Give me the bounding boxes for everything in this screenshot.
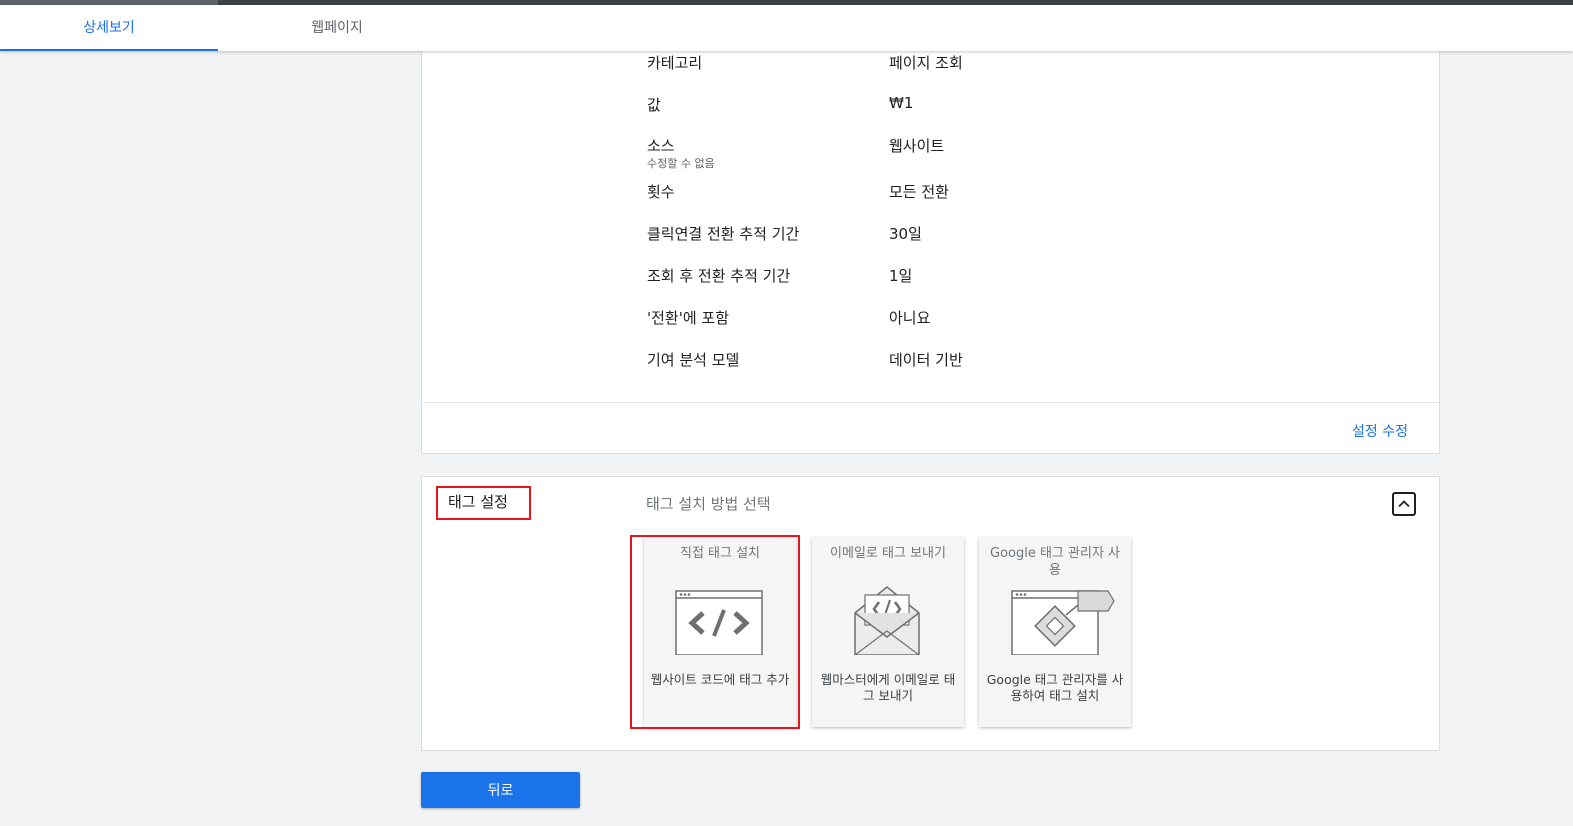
tag-setup-card: 태그 설정 태그 설치 방법 선택 직접 태그 설치 웹사이트 코드에 태그 추… — [421, 476, 1440, 751]
tag-setup-subtitle: 태그 설치 방법 선택 — [646, 495, 771, 513]
tab-bar: 상세보기 웹페이지 — [0, 5, 1573, 51]
setting-value: 페이지 조회 — [889, 54, 963, 72]
setting-value: 모든 전환 — [889, 183, 949, 201]
setting-label: '전환'에 포함 — [647, 309, 730, 327]
option-title: 직접 태그 설치 — [679, 546, 761, 561]
option-title: Google 태그 관리자 사용 — [990, 546, 1120, 578]
option-description: 웹사이트 코드에 태그 추가 — [650, 672, 790, 687]
setting-label: 값 — [647, 96, 661, 114]
browser-code-icon — [675, 590, 763, 655]
option-description: Google 태그 관리자를 사용하여 태그 설치 — [986, 672, 1124, 703]
card-divider — [422, 402, 1439, 403]
option-description: 웹마스터에게 이메일로 태그 보내기 — [820, 672, 956, 703]
option-title: 이메일로 태그 보내기 — [830, 546, 946, 561]
setting-value: 웹사이트 — [889, 137, 945, 155]
setting-value: ₩1 — [889, 94, 914, 112]
setting-value: 아니요 — [889, 309, 931, 327]
chevron-up-icon — [1398, 500, 1410, 508]
setting-value: 데이터 기반 — [889, 351, 963, 369]
conversion-settings-card: 카테고리 페이지 조회 값 ₩1 소스 수정할 수 없음 웹사이트 횟수 모든 … — [421, 40, 1440, 454]
option-email-tag[interactable]: 이메일로 태그 보내기 웹마스터에게 이메일로 태그 보내기 — [812, 537, 964, 727]
setting-label: 횟수 — [647, 183, 675, 201]
envelope-code-icon — [854, 586, 920, 655]
back-button[interactable]: 뒤로 — [421, 772, 580, 808]
option-direct-install[interactable]: 직접 태그 설치 웹사이트 코드에 태그 추가 — [644, 537, 796, 727]
option-tag-manager[interactable]: Google 태그 관리자 사용 Google 태그 관리자를 사용하여 태그 … — [979, 537, 1131, 727]
setting-label: 기여 분석 모델 — [647, 351, 740, 369]
setting-value: 30일 — [889, 225, 922, 243]
setting-sublabel: 수정할 수 없음 — [647, 157, 715, 170]
setting-label: 조회 후 전환 추적 기간 — [647, 267, 791, 285]
tag-manager-icon — [1011, 590, 1115, 655]
tag-setup-title: 태그 설정 — [436, 486, 531, 520]
setting-value: 1일 — [889, 267, 913, 285]
edit-settings-link[interactable]: 설정 수정 — [1352, 421, 1408, 441]
setting-label: 카테고리 — [647, 54, 703, 72]
setting-label: 소스 — [647, 137, 675, 155]
setting-label: 클릭연결 전환 추적 기간 — [647, 225, 800, 243]
tab-webpages[interactable]: 웹페이지 — [218, 5, 456, 51]
collapse-button[interactable] — [1392, 492, 1416, 516]
tab-details[interactable]: 상세보기 — [0, 5, 218, 51]
